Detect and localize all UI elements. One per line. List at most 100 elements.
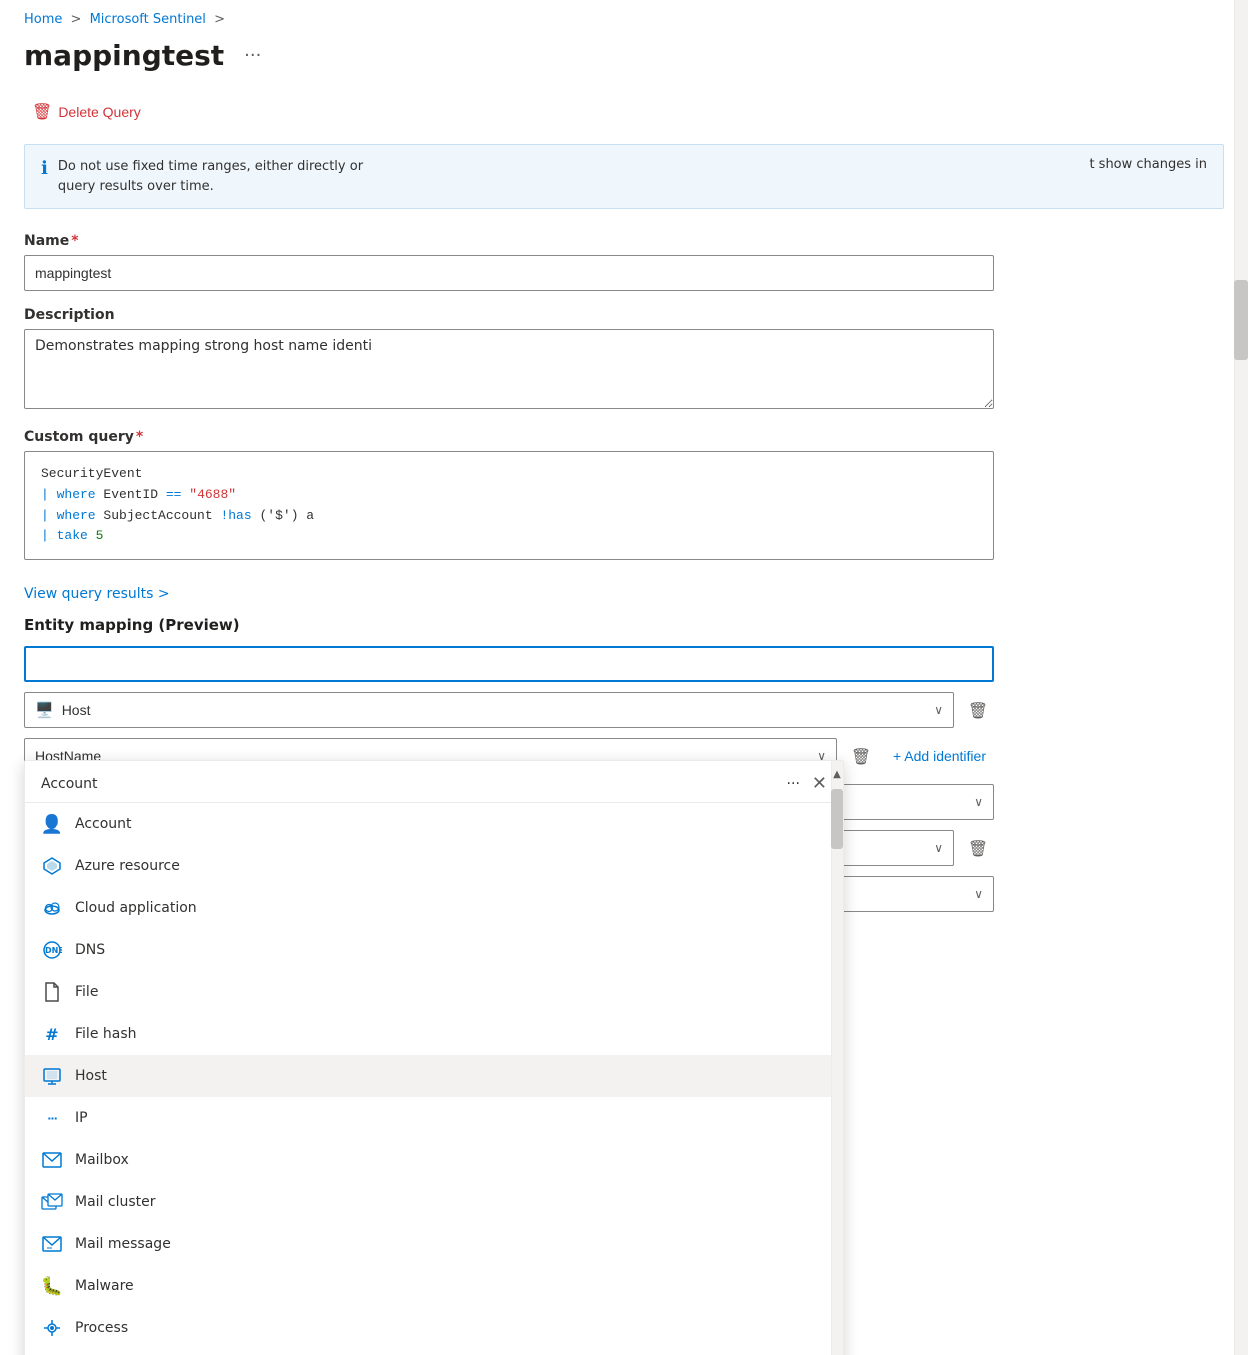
dropdown-item-file-hash[interactable]: # File hash <box>25 1013 831 1055</box>
dropdown-item-mailbox[interactable]: Mailbox <box>25 1139 831 1181</box>
host-entity-delete-icon[interactable]: 🗑 <box>962 692 994 728</box>
info-banner: ℹ Do not use fixed time ranges, either d… <box>24 144 1224 209</box>
dropdown-scrollbar-thumb <box>831 789 843 849</box>
file-hash-label: File hash <box>75 1026 137 1042</box>
view-query-link[interactable]: View query results > <box>24 586 170 602</box>
process-label: Process <box>75 1320 128 1336</box>
account-icon: 👤 <box>41 813 63 835</box>
trash-icon: 🗑 <box>32 102 52 122</box>
code-block[interactable]: SecurityEvent | where EventID == "4688" … <box>24 451 994 560</box>
breadcrumb-sep2: > <box>214 12 225 27</box>
dns-label: DNS <box>75 942 105 958</box>
host-entity-icon: 🖥️ <box>35 701 54 719</box>
code-line4: | take 5 <box>41 526 977 547</box>
cloud-application-icon <box>41 897 63 919</box>
code-line2: | where EventID == "4688" <box>41 485 977 506</box>
banner-right-text: t show changes in <box>1089 157 1207 172</box>
mail-message-icon <box>41 1233 63 1255</box>
entity-mapping-title: Entity mapping (Preview) <box>24 616 1224 634</box>
azure-resource-icon <box>41 855 63 877</box>
breadcrumb: Home > Microsoft Sentinel > <box>0 0 1248 35</box>
query-label: Custom query* <box>24 429 1224 445</box>
info-text: Do not use fixed time ranges, either dir… <box>58 157 363 196</box>
dropdown-more-icon[interactable]: ··· <box>787 776 800 792</box>
toolbar: 🗑 Delete Query <box>0 88 1248 136</box>
code-line1: SecurityEvent <box>41 464 977 485</box>
file-label: File <box>75 984 98 1000</box>
dropdown-item-malware[interactable]: 🐛 Malware <box>25 1265 831 1307</box>
dropdown-title: Account <box>41 776 98 792</box>
add-identifier-button[interactable]: + Add identifier <box>885 744 994 768</box>
page-container: Home > Microsoft Sentinel > mappingtest … <box>0 0 1248 1355</box>
mailbox-label: Mailbox <box>75 1152 129 1168</box>
dropdown-item-mail-message[interactable]: Mail message <box>25 1223 831 1265</box>
delete-query-label: Delete Query <box>58 104 140 120</box>
dropdown-item-process[interactable]: Process <box>25 1307 831 1349</box>
dropdown-item-cloud-application[interactable]: Cloud application <box>25 887 831 929</box>
host-entity-label: Host <box>62 702 91 718</box>
azureid-delete-icon[interactable]: 🗑 <box>962 830 994 866</box>
cloud-application-label: Cloud application <box>75 900 197 916</box>
host-label: Host <box>75 1068 107 1084</box>
value1-chevron: ∨ <box>974 795 983 809</box>
name-field-group: Name* <box>24 233 1224 291</box>
info-icon: ℹ <box>41 158 48 179</box>
query-required: * <box>136 429 143 445</box>
dropdown-scrollbar[interactable]: ▲ ▼ <box>831 761 843 1355</box>
dropdown-item-azure-resource[interactable]: Azure resource <box>25 845 831 887</box>
malware-label: Malware <box>75 1278 134 1294</box>
name-input[interactable] <box>24 255 994 291</box>
dropdown-item-file[interactable]: File <box>25 971 831 1013</box>
mail-cluster-label: Mail cluster <box>75 1194 156 1210</box>
hostname-delete-icon[interactable]: 🗑 <box>845 738 877 774</box>
name-required: * <box>71 233 78 249</box>
host-dropdown-chevron: ∨ <box>934 703 943 717</box>
page-title: mappingtest <box>24 39 224 72</box>
mail-message-label: Mail message <box>75 1236 171 1252</box>
dns-icon: DNS <box>41 939 63 961</box>
name-label: Name* <box>24 233 1224 249</box>
host-icon <box>41 1065 63 1087</box>
right-scrollbar[interactable] <box>1234 0 1248 1355</box>
account-item-label: Account <box>75 816 132 832</box>
dropdown-item-dns[interactable]: DNS DNS <box>25 929 831 971</box>
value2-chevron: ∨ <box>974 887 983 901</box>
mail-cluster-icon <box>41 1191 63 1213</box>
entity-search-input[interactable] <box>24 646 994 682</box>
query-field-group: Custom query* SecurityEvent | where Even… <box>24 429 1224 560</box>
breadcrumb-home[interactable]: Home <box>24 12 62 27</box>
description-field-group: Description Demonstrates mapping strong … <box>24 307 1224 413</box>
dropdown-items-list: 👤 Account Azure resource Cloud applicati… <box>25 803 843 1355</box>
ip-icon: ··· <box>41 1107 63 1129</box>
dropdown-item-mail-cluster[interactable]: Mail cluster <box>25 1181 831 1223</box>
svg-text:DNS: DNS <box>45 946 62 955</box>
dropdown-item-ip[interactable]: ··· IP <box>25 1097 831 1139</box>
description-input[interactable]: Demonstrates mapping strong host name id… <box>24 329 994 409</box>
mailbox-icon <box>41 1149 63 1171</box>
process-icon <box>41 1317 63 1339</box>
right-scrollbar-thumb <box>1234 280 1248 360</box>
breadcrumb-sep1: > <box>71 12 82 27</box>
delete-query-button[interactable]: 🗑 Delete Query <box>24 96 149 128</box>
entity-type-dropdown-overlay: Account ··· ✕ ▲ ▼ 👤 Account Azure resour… <box>24 760 844 1355</box>
header-more-icon[interactable]: ··· <box>236 41 269 70</box>
azure-resource-label: Azure resource <box>75 858 180 874</box>
breadcrumb-sentinel[interactable]: Microsoft Sentinel <box>90 12 206 27</box>
dropdown-item-registry-key[interactable]: Registry key <box>25 1349 831 1355</box>
entity-search-container <box>24 646 994 682</box>
host-entity-row: 🖥️ Host ∨ 🗑 <box>24 692 994 728</box>
host-entity-dropdown[interactable]: 🖥️ Host ∨ <box>24 692 954 728</box>
file-hash-icon: # <box>41 1023 63 1045</box>
description-label: Description <box>24 307 1224 323</box>
malware-icon: 🐛 <box>41 1275 63 1297</box>
dropdown-close-icon[interactable]: ✕ <box>812 773 827 794</box>
dropdown-item-host[interactable]: Host <box>25 1055 831 1097</box>
file-icon <box>41 981 63 1003</box>
ip-label: IP <box>75 1110 88 1126</box>
dropdown-item-account[interactable]: 👤 Account <box>25 803 831 845</box>
azureid-chevron: ∨ <box>934 841 943 855</box>
dropdown-scroll-up[interactable]: ▲ <box>833 769 841 780</box>
code-line3: | where SubjectAccount !has ('$') a <box>41 506 977 527</box>
page-header: mappingtest ··· <box>0 35 1248 88</box>
dropdown-header: Account ··· ✕ <box>25 761 843 803</box>
